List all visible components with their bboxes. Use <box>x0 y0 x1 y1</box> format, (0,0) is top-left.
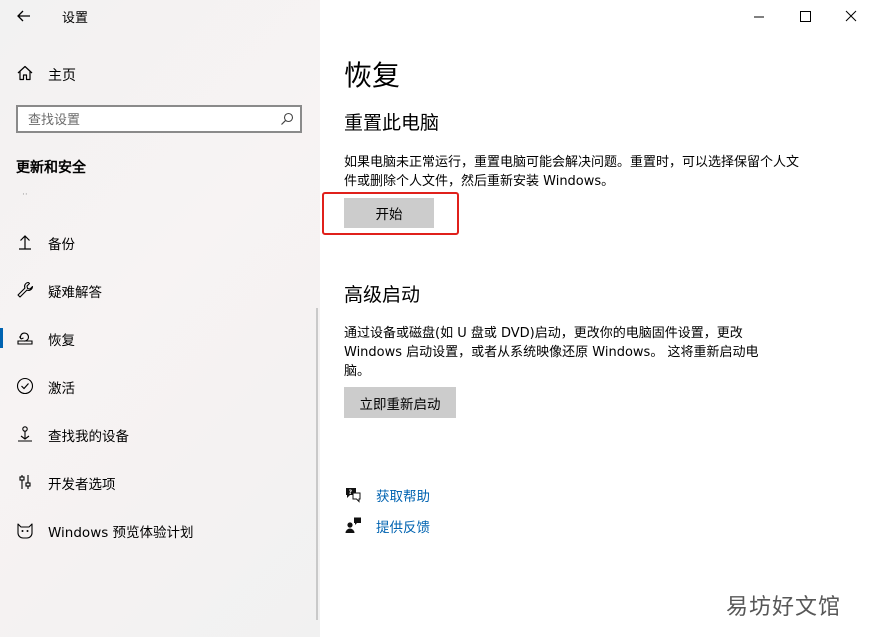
sidebar-item-recovery[interactable]: 恢复 <box>0 318 320 358</box>
home-icon <box>17 65 33 81</box>
svg-text:?: ? <box>349 489 353 496</box>
close-button[interactable] <box>840 6 862 28</box>
section-dot: ·· <box>22 190 28 200</box>
maximize-button[interactable] <box>794 6 816 28</box>
developer-sliders-icon <box>19 475 31 489</box>
sidebar-item-backup[interactable]: 备份 <box>0 222 320 262</box>
back-button[interactable] <box>14 6 34 26</box>
search-input[interactable] <box>26 110 270 130</box>
give-feedback-label[interactable]: 提供反馈 <box>376 516 430 536</box>
selection-indicator <box>0 328 3 348</box>
maximize-icon <box>800 11 811 22</box>
sidebar: 设置 主页 更新和安全 ·· 备份 疑难解答 恢复 <box>0 0 320 637</box>
wrench-icon <box>17 281 34 298</box>
sidebar-item-activation[interactable]: 激活 <box>0 366 320 406</box>
give-feedback-link[interactable]: 提供反馈 <box>344 515 544 536</box>
recovery-icon <box>17 332 33 345</box>
highlight-annotation <box>322 192 459 235</box>
section-heading: 更新和安全 <box>16 160 86 176</box>
app-title: 设置 <box>62 11 89 26</box>
sidebar-item-troubleshoot[interactable]: 疑难解答 <box>0 270 320 310</box>
feedback-person-icon <box>345 517 361 533</box>
content-scrollbar[interactable] <box>316 308 318 620</box>
advanced-startup-description: 通过设备或磁盘(如 U 盘或 DVD)启动，更改你的电脑固件设置，更改 Wind… <box>344 326 759 379</box>
sidebar-item-home[interactable]: 主页 <box>0 58 320 90</box>
sidebar-item-insider[interactable]: Windows 预览体验计划 <box>0 510 320 550</box>
help-chat-icon: ? <box>346 488 361 503</box>
reset-description: 如果电脑未正常运行，重置电脑可能会解决问题。重置时，可以选择保留个人文件或删除个… <box>344 155 800 189</box>
reset-heading: 重置此电脑 <box>344 112 440 134</box>
activation-check-icon <box>16 377 34 395</box>
watermark-text: 易坊好文馆 <box>726 595 842 620</box>
sidebar-item-label: 疑难解答 <box>48 285 102 301</box>
get-help-label[interactable]: 获取帮助 <box>376 485 430 505</box>
back-arrow-icon <box>17 10 30 22</box>
sidebar-item-label: 查找我的设备 <box>48 429 129 445</box>
get-help-link[interactable]: ? 获取帮助 <box>344 484 544 505</box>
backup-icon <box>19 235 31 250</box>
sidebar-item-label: 恢复 <box>48 333 75 349</box>
minimize-button[interactable] <box>748 6 770 28</box>
find-device-icon <box>18 426 32 442</box>
sidebar-item-find-device[interactable]: 查找我的设备 <box>0 414 320 454</box>
search-icon[interactable] <box>279 111 295 127</box>
sidebar-item-label: 开发者选项 <box>48 477 116 493</box>
restart-now-button[interactable]: 立即重新启动 <box>344 387 456 418</box>
sidebar-item-label: 激活 <box>48 381 75 397</box>
sidebar-item-label: 主页 <box>48 68 76 84</box>
insider-cat-icon <box>17 523 33 539</box>
page-title: 恢复 <box>344 59 401 92</box>
sidebar-item-label: 备份 <box>48 237 75 253</box>
minimize-icon <box>754 16 764 18</box>
sidebar-item-developer[interactable]: 开发者选项 <box>0 462 320 502</box>
close-icon <box>845 10 857 22</box>
sidebar-item-label: Windows 预览体验计划 <box>48 525 194 541</box>
search-box[interactable] <box>16 105 302 133</box>
advanced-startup-heading: 高级启动 <box>344 284 421 306</box>
